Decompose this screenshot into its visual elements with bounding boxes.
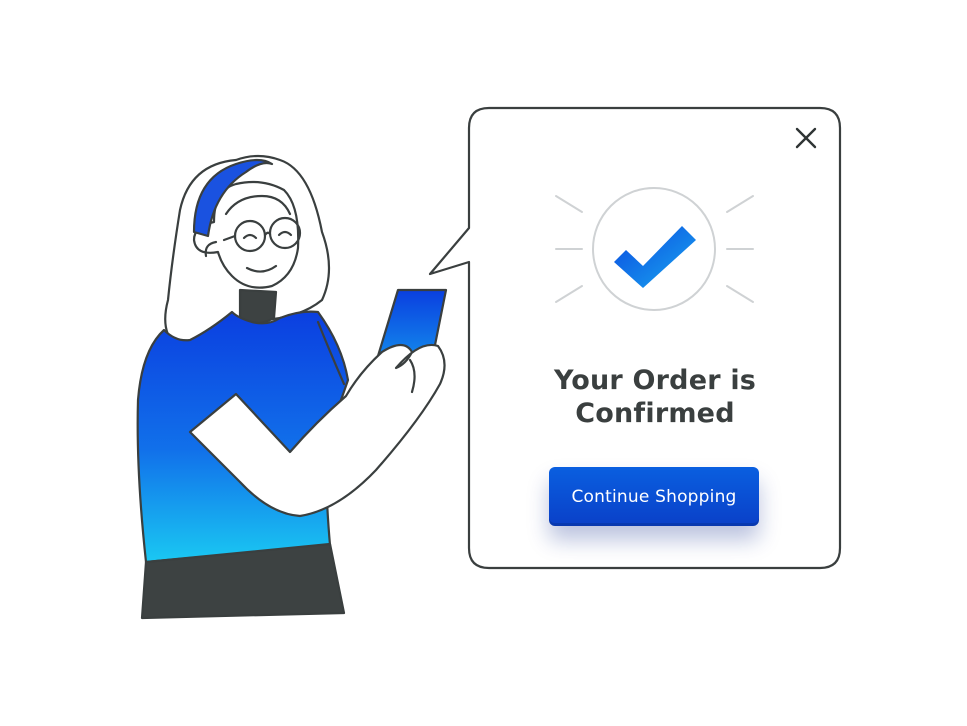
check-circle	[592, 187, 716, 311]
title-line-2: Confirmed	[575, 398, 735, 429]
confirmation-title: Your Order is Confirmed	[500, 364, 810, 430]
close-button[interactable]	[790, 122, 822, 154]
order-confirmation-scene: Your Order is Confirmed Continue Shoppin…	[0, 0, 967, 726]
close-icon	[795, 127, 817, 149]
neck-shadow	[238, 288, 278, 325]
woman-figure	[136, 154, 448, 620]
title-line-1: Your Order is	[553, 365, 757, 396]
continue-shopping-button[interactable]: Continue Shopping	[549, 467, 759, 526]
illustration-canvas	[136, 106, 842, 620]
